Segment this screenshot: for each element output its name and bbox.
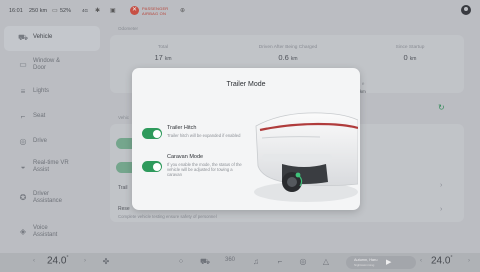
trailer-hitch-description: Trailer hitch will be expanded if enable… bbox=[167, 133, 241, 138]
screen: 16:01 250 km ▭ 52% 4G ✱ ▣ ✕ PASSENGER AI… bbox=[0, 0, 480, 272]
trailer-hitch-title: Trailer Hitch bbox=[167, 125, 197, 131]
caravan-mode-toggle[interactable] bbox=[142, 161, 162, 172]
trailer-mode-dialog: Trailer Mode Trailer Hitch Trailer hitch… bbox=[132, 68, 360, 210]
dialog-title: Trailer Mode bbox=[226, 81, 266, 88]
trailer-hitch-toggle[interactable] bbox=[142, 128, 162, 139]
caravan-mode-description: If you enable the mode, the status of th… bbox=[167, 162, 242, 178]
caravan-mode-title: Caravan Mode bbox=[167, 154, 204, 160]
vehicle-rear-illustration bbox=[254, 112, 358, 202]
